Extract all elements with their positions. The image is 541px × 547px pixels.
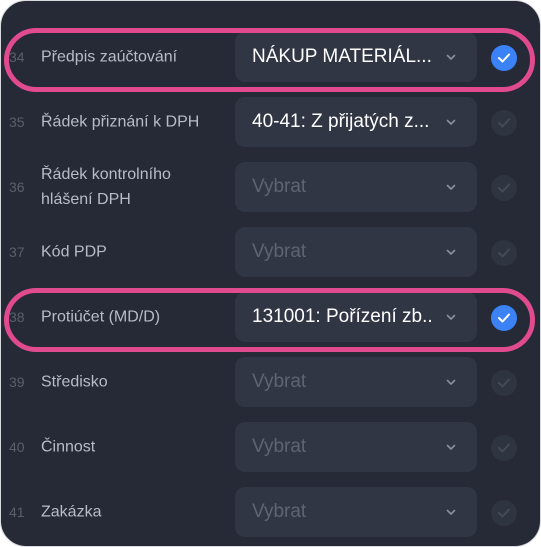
checkmark-icon[interactable] bbox=[491, 110, 517, 136]
field-label: Řádek přiznání k DPH bbox=[41, 113, 200, 131]
row-radek-priznani-dph: 35 Řádek přiznání k DPH 40-41: Z přijatý… bbox=[1, 91, 540, 153]
row-number: 41 bbox=[9, 504, 25, 520]
protiucet-select[interactable]: 131001: Pořízení zb... bbox=[235, 292, 477, 342]
chevron-down-icon bbox=[446, 509, 456, 515]
field-label: Řádek kontrolního hlášení DPH bbox=[41, 166, 171, 208]
row-number: 36 bbox=[9, 179, 25, 195]
select-placeholder: Vybrat bbox=[252, 176, 307, 197]
select-placeholder: Vybrat bbox=[252, 371, 307, 392]
checkmark-icon[interactable] bbox=[491, 435, 517, 461]
row-cinnost: 40 Činnost Vybrat bbox=[1, 416, 540, 478]
chevron-down-icon bbox=[446, 249, 456, 255]
predpis-zauctovani-select[interactable]: NÁKUP MATERIÁL... bbox=[235, 32, 477, 82]
checkmark-icon[interactable] bbox=[491, 45, 517, 71]
zakazka-select[interactable]: Vybrat bbox=[235, 487, 477, 537]
row-protiucet: 38 Protiúčet (MD/D) 131001: Pořízení zb.… bbox=[1, 286, 540, 348]
select-placeholder: Vybrat bbox=[252, 436, 307, 457]
field-label: Předpis zaúčtování bbox=[41, 48, 178, 66]
select-value: 40-41: Z přijatých z... bbox=[252, 111, 430, 132]
row-number: 38 bbox=[9, 309, 25, 325]
checkmark-icon[interactable] bbox=[491, 370, 517, 396]
stredisko-select[interactable]: Vybrat bbox=[235, 357, 477, 407]
chevron-down-icon bbox=[446, 54, 456, 60]
checkmark-icon[interactable] bbox=[491, 175, 517, 201]
row-number: 39 bbox=[9, 374, 25, 390]
radek-priznani-dph-select[interactable]: 40-41: Z přijatých z... bbox=[235, 97, 477, 147]
row-number: 40 bbox=[9, 439, 25, 455]
checkmark-icon[interactable] bbox=[491, 305, 517, 331]
chevron-down-icon bbox=[446, 314, 456, 320]
kod-pdp-select[interactable]: Vybrat bbox=[235, 227, 477, 277]
row-zakazka: 41 Zakázka Vybrat bbox=[1, 481, 540, 543]
chevron-down-icon bbox=[446, 119, 456, 125]
field-label: Zakázka bbox=[41, 503, 102, 521]
select-value: NÁKUP MATERIÁL... bbox=[252, 46, 431, 67]
select-value: 131001: Pořízení zb... bbox=[252, 306, 431, 327]
row-number: 37 bbox=[9, 244, 25, 260]
row-kod-pdp: 37 Kód PDP Vybrat bbox=[1, 221, 540, 283]
checkmark-icon[interactable] bbox=[491, 500, 517, 526]
select-placeholder: Vybrat bbox=[252, 241, 307, 262]
row-number: 34 bbox=[9, 49, 25, 65]
radek-kontrolniho-hlaseni-select[interactable]: Vybrat bbox=[235, 162, 477, 212]
select-placeholder: Vybrat bbox=[252, 501, 307, 522]
field-label: Protiúčet (MD/D) bbox=[41, 308, 161, 326]
chevron-down-icon bbox=[446, 184, 456, 190]
field-label: Kód PDP bbox=[41, 243, 107, 261]
field-label: Středisko bbox=[41, 373, 108, 391]
chevron-down-icon bbox=[446, 444, 456, 450]
cinnost-select[interactable]: Vybrat bbox=[235, 422, 477, 472]
row-radek-kontrolniho-hlaseni: 36 Řádek kontrolního hlášení DPH Vybrat bbox=[1, 156, 540, 218]
row-stredisko: 39 Středisko Vybrat bbox=[1, 351, 540, 413]
row-number: 35 bbox=[9, 114, 25, 130]
field-label: Činnost bbox=[41, 438, 96, 456]
row-predpis-zauctovani: 34 Předpis zaúčtování NÁKUP MATERIÁL... bbox=[1, 26, 540, 88]
accounting-settings-panel: 34 Předpis zaúčtování NÁKUP MATERIÁL... … bbox=[0, 0, 541, 547]
checkmark-icon[interactable] bbox=[491, 240, 517, 266]
chevron-down-icon bbox=[446, 379, 456, 385]
